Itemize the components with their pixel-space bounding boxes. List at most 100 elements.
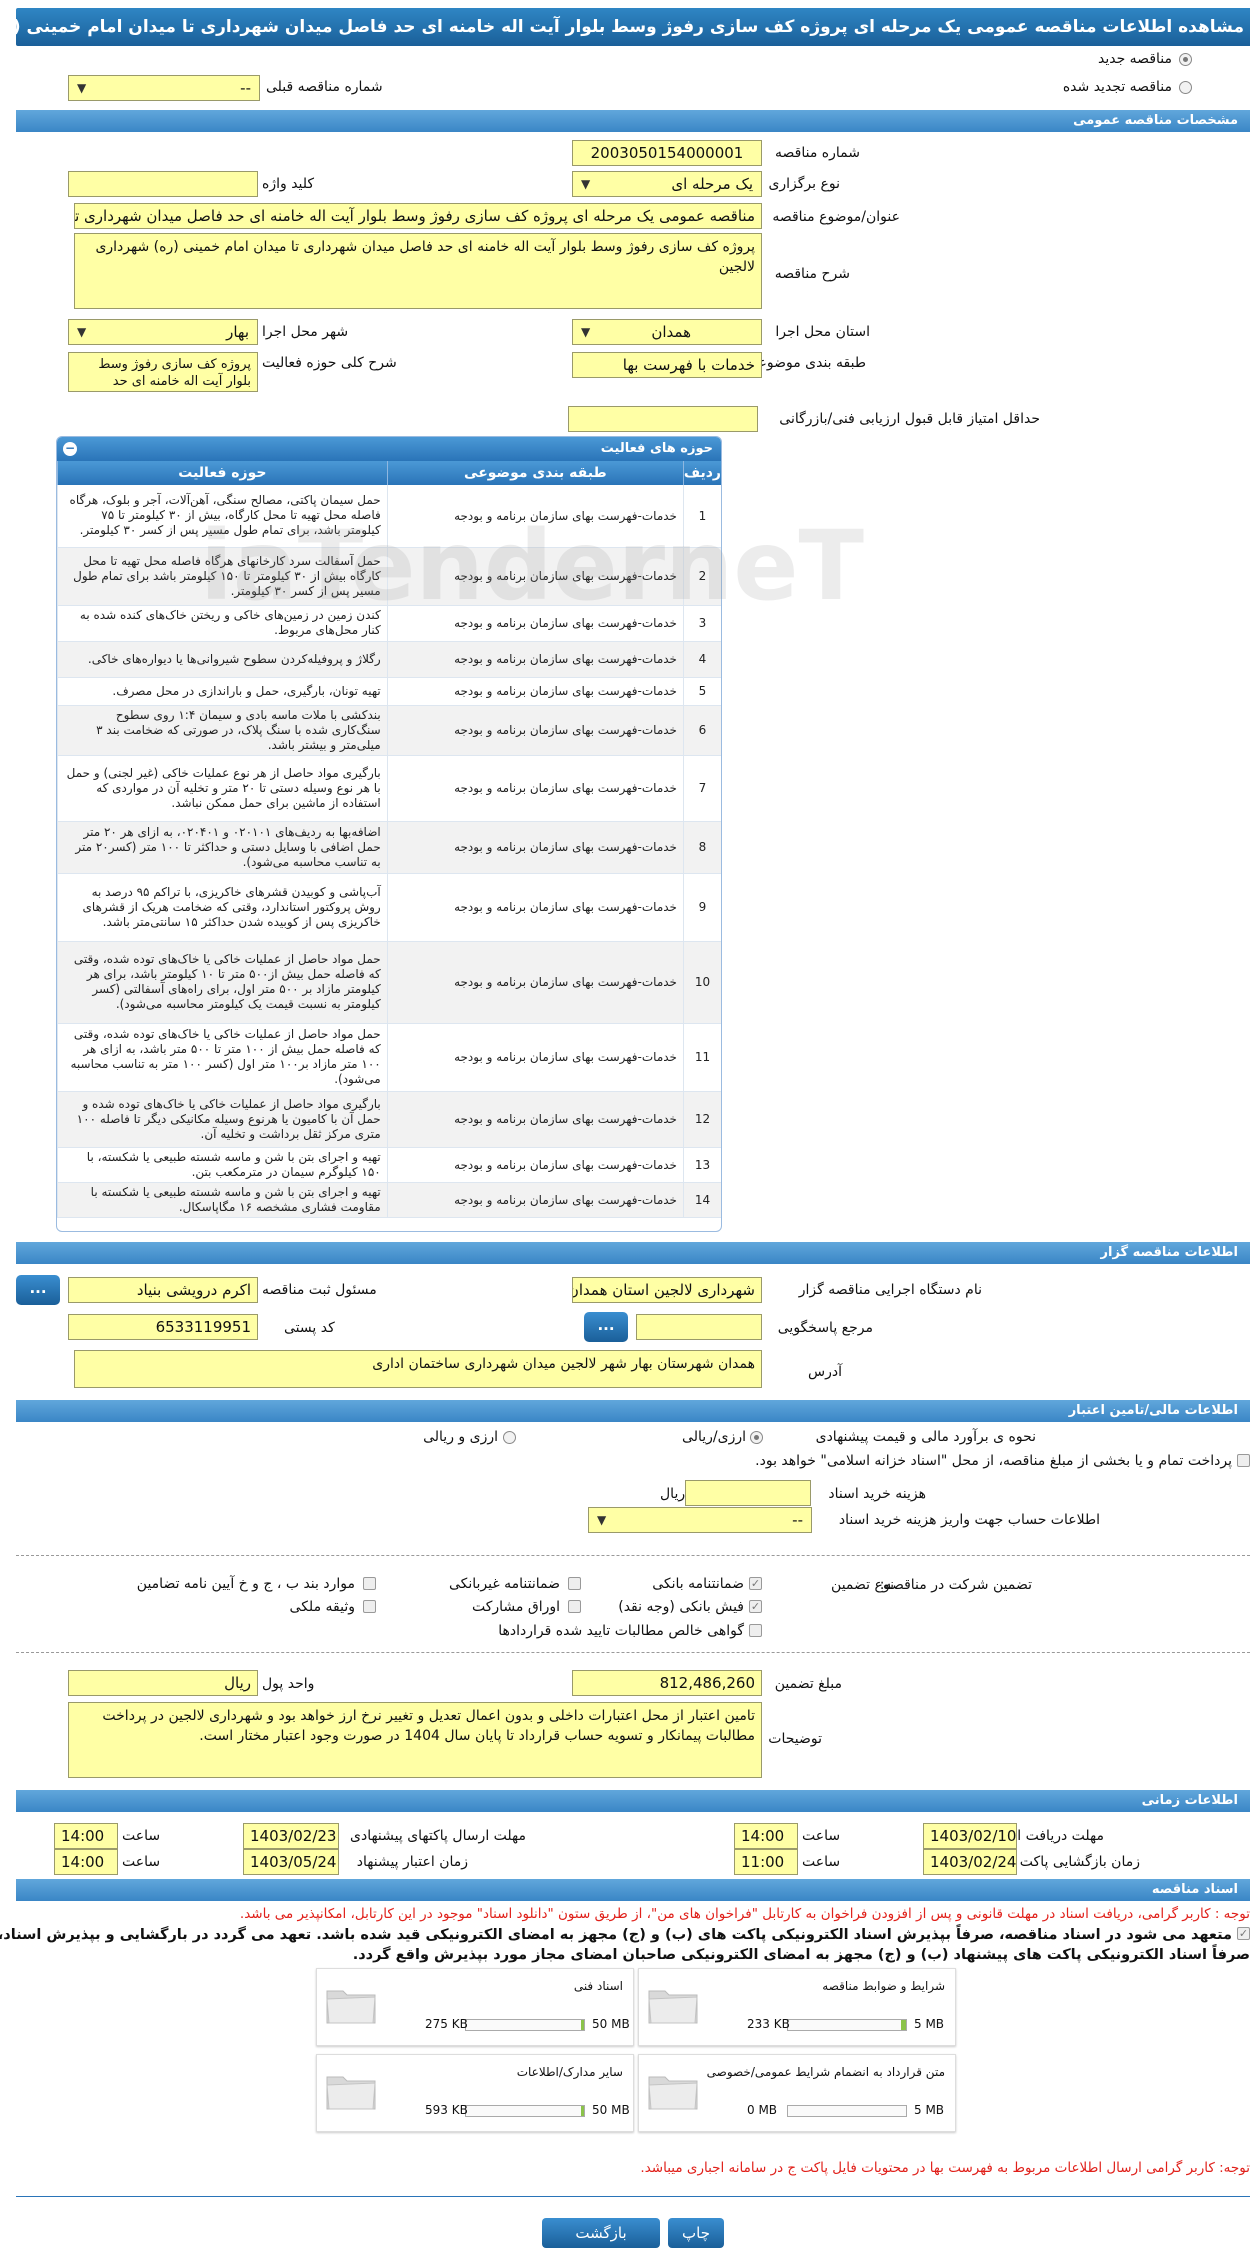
folder-icon [647,2069,699,2111]
section-documents: اسناد مناقصه [16,1879,1250,1901]
table-row: 14 خدمات-فهرست بهای سازمان برنامه و بودجه… [57,1182,721,1218]
prev-number-select[interactable]: -- ▼ [68,75,260,101]
responder-lookup-button[interactable]: ... [584,1312,628,1342]
city-value: بهار [226,323,249,341]
treasury-checkbox[interactable] [1237,1454,1250,1467]
open-time: 11:00 [734,1849,798,1875]
hold-type-value: یک مرحله ای [671,175,753,193]
send-deadline-label: مهلت ارسال پاکتهای پیشنهادی [350,1828,526,1844]
registrar-field: اکرم درویشی بنیاد [68,1277,258,1303]
document-item[interactable]: اسناد فنی 50 MB 275 KB [316,1968,634,2046]
rial-radio[interactable] [750,1431,763,1444]
row-category: خدمات-فهرست بهای سازمان برنامه و بودجه [386,677,684,706]
new-tender-radio[interactable] [1179,53,1192,66]
folder-icon [647,1983,699,2025]
description-field: پروژه کف سازی رفوژ وسط بلوار آیت اله خام… [74,233,762,309]
document-progress-fill [581,2020,584,2030]
table-row: 7 خدمات-فهرست بهای سازمان برنامه و بودجه ب… [57,755,721,822]
keyword-label: کلید واژه [262,176,315,192]
document-item[interactable]: شرایط و ضوابط مناقصه 5 MB 233 KB [638,1968,956,2046]
commit-line-1: متعهد می شود در اسناد مناقصه، صرفاً بپذی… [0,1927,1232,1943]
nonbank-guarantee-checkbox[interactable] [568,1577,581,1590]
collapse-icon[interactable]: − [63,442,77,456]
category-label: طبقه بندی موضوعی [746,355,866,371]
send-deadline-time: 14:00 [54,1823,118,1849]
validity-label: زمان اعتبار پیشنهاد [356,1854,468,1870]
open-date: 1403/02/24 [923,1849,1017,1875]
province-label: استان محل اجرا [775,324,870,340]
open-label: زمان بازگشایی پاکت ها [1003,1854,1140,1870]
row-activity: حمل مواد حاصل از عملیات خاکی یا خاک‌های … [57,941,388,1024]
notes-label: توضیحات [768,1731,822,1747]
commit-checkbox[interactable]: ✓ [1237,1927,1250,1940]
keyword-field[interactable] [68,171,258,197]
category-field: خدمات با فهرست بها [572,352,762,378]
divider [16,2196,1250,2197]
folder-icon [325,1983,377,2025]
row-number: 7 [682,755,721,822]
bank-guarantee-label: ضمانتنامه بانکی [652,1576,744,1592]
doc-cost-label: هزینه خرید اسناد [828,1486,926,1502]
responder-field [636,1314,762,1340]
renewed-tender-radio[interactable] [1179,81,1192,94]
document-item[interactable]: متن قرارداد به انضمام شرایط عمومی/خصوصی 5… [638,2054,956,2132]
receive-deadline-time: 14:00 [734,1823,798,1849]
province-value: همدان [651,323,691,341]
row-number: 13 [682,1147,721,1183]
row-number: 6 [682,705,721,756]
document-used-size: 233 KB [747,2017,790,2031]
document-max-size: 5 MB [914,2017,945,2031]
activities-panel-header: حوزه های فعالیت − [57,437,721,461]
section-finance: اطلاعات مالی/تامین اعتبار [16,1400,1250,1422]
registrar-lookup-button[interactable]: ... [16,1275,60,1305]
folder-icon [325,2069,377,2111]
cash-guarantee-label: فیش بانکی (وجه نقد) [618,1599,744,1615]
bonds-guarantee-checkbox[interactable] [568,1600,581,1613]
print-button[interactable]: چاپ [668,2218,724,2248]
claims-guarantee-checkbox[interactable] [749,1624,762,1637]
account-select[interactable]: -- ▼ [588,1507,812,1533]
table-row: 4 خدمات-فهرست بهای سازمان برنامه و بودجه ر… [57,641,721,678]
responder-label: مرجع پاسخگویی [777,1320,873,1336]
row-number: 5 [682,677,721,706]
property-guarantee-checkbox[interactable] [363,1600,376,1613]
page-title: مشاهده اطلاعات مناقصه عمومی یک مرحله ای … [16,8,1250,46]
subject-field: مناقصه عمومی یک مرحله ای پروژه کف سازی ر… [74,203,762,229]
row-number: 4 [682,641,721,678]
back-button[interactable]: بازگشت [542,2218,660,2248]
document-max-size: 50 MB [592,2103,630,2117]
currency-radio[interactable] [503,1431,516,1444]
document-name: اسناد فنی [573,1979,623,1993]
time-label: ساعت [802,1828,841,1844]
time-label: ساعت [122,1854,161,1870]
description-label: شرح مناقصه [774,266,850,282]
hold-type-select[interactable]: یک مرحله ای ▼ [572,171,762,197]
guarantee-type-label: نوع تضمین [831,1577,894,1593]
hold-type-label: نوع برگزاری [768,176,840,192]
items-guarantee-label: موارد بند ب ، ج و خ آیین نامه تضامین [136,1576,355,1592]
min-score-field [568,406,758,432]
row-number: 10 [682,941,721,1024]
bank-guarantee-checkbox[interactable]: ✓ [749,1577,762,1590]
row-category: خدمات-فهرست بهای سازمان برنامه و بودجه [386,755,684,822]
chevron-down-icon: ▼ [581,325,591,339]
document-max-size: 5 MB [914,2103,945,2117]
items-guarantee-checkbox[interactable] [363,1577,376,1590]
table-row: 8 خدمات-فهرست بهای سازمان برنامه و بودجه ا… [57,821,721,874]
section-timing: اطلاعات زمانی [16,1790,1250,1812]
claims-guarantee-label: گواهی خالص مطالبات تایید شده قراردادها [498,1623,744,1639]
chevron-down-icon: ▼ [77,81,87,95]
province-select[interactable]: همدان ▼ [572,319,762,345]
row-activity: تهیه و اجرای بتن با شن و ماسه شسته طبیعی… [57,1182,388,1218]
activity-desc-label: شرح کلی حوزه فعالیت [262,355,397,371]
table-row: 11 خدمات-فهرست بهای سازمان برنامه و بودجه… [57,1023,721,1092]
city-select[interactable]: بهار ▼ [68,319,258,345]
document-item[interactable]: سایر مدارک/اطلاعات 50 MB 593 KB [316,2054,634,2132]
row-activity: بارگیری مواد حاصل از عملیات خاکی یا خاک‌… [57,1091,388,1148]
row-category: خدمات-فهرست بهای سازمان برنامه و بودجه [386,641,684,678]
col-row-header: ردیف [682,461,721,485]
row-category: خدمات-فهرست بهای سازمان برنامه و بودجه [386,821,684,874]
cash-guarantee-checkbox[interactable]: ✓ [749,1600,762,1613]
row-activity: بارگیری مواد حاصل از هر نوع عملیات خاکی … [57,755,388,822]
currency-label: واحد پول [262,1676,315,1692]
